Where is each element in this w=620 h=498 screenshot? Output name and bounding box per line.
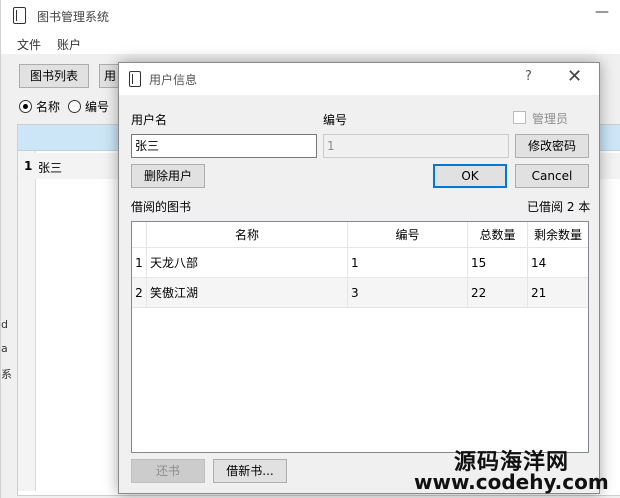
username-label: 用户名 <box>131 113 168 127</box>
borrowed-books-label: 借阅的图书 <box>131 200 192 214</box>
cell-book-id: 1 <box>348 248 468 278</box>
cell-book-name: 天龙八部 <box>147 248 348 278</box>
row-number: 2 <box>132 278 147 308</box>
username-field[interactable]: 张三 <box>131 134 317 158</box>
cancel-button[interactable]: Cancel <box>515 164 589 188</box>
column-header-id[interactable]: 编号 <box>348 222 468 248</box>
radio-name[interactable] <box>19 100 32 113</box>
column-header-name[interactable]: 名称 <box>147 222 348 248</box>
delete-user-button[interactable]: 删除用户 <box>131 164 205 188</box>
book-icon <box>129 71 141 87</box>
return-book-button[interactable]: 还书 <box>131 459 205 483</box>
dialog-title: 用户信息 <box>149 73 198 87</box>
cell-total: 22 <box>468 278 528 308</box>
main-window-title: 图书管理系统 <box>37 10 110 24</box>
borrow-new-book-button[interactable]: 借新书... <box>213 459 287 483</box>
cell-book-id: 3 <box>348 278 468 308</box>
user-table-rowheader <box>18 151 36 491</box>
ok-button[interactable]: OK <box>433 164 507 188</box>
help-icon[interactable]: ? <box>525 69 532 84</box>
menu-account[interactable]: 账户 <box>57 36 81 53</box>
cell-total: 15 <box>468 248 528 278</box>
search-mode-group: 名称 编号 <box>19 98 117 116</box>
cell-remaining: 21 <box>528 278 588 308</box>
change-password-button[interactable]: 修改密码 <box>515 134 589 158</box>
id-field[interactable]: 1 <box>323 134 509 158</box>
main-titlebar: 图书管理系统 — <box>1 0 620 32</box>
close-icon[interactable]: ✕ <box>567 66 582 87</box>
user-info-dialog: 用户信息 ? ✕ 用户名 编号 管理员 张三 1 修改密码 删除用户 OK Ca… <box>118 62 600 494</box>
table-header: 名称 编号 总数量 剩余数量 <box>132 222 588 248</box>
admin-label: 管理员 <box>532 112 569 126</box>
admin-checkbox[interactable] <box>513 111 526 124</box>
borrowed-books-table: 名称 编号 总数量 剩余数量 1 天龙八部 1 15 14 2 笑傲江湖 3 2… <box>131 221 589 453</box>
side-fragment: d <box>1 318 8 331</box>
row-username: 张三 <box>38 161 63 175</box>
radio-name-label: 名称 <box>36 100 61 114</box>
table-row[interactable]: 2 笑傲江湖 3 22 21 <box>132 278 588 308</box>
cell-book-name: 笑傲江湖 <box>147 278 348 308</box>
row-number: 1 <box>132 248 147 278</box>
id-label: 编号 <box>323 113 348 127</box>
cell-remaining: 14 <box>528 248 588 278</box>
radio-id-label: 编号 <box>85 100 110 114</box>
watermark-url: www.codehy.com <box>414 470 609 494</box>
table-corner <box>132 222 147 248</box>
borrowed-count: 已借阅 2 本 <box>527 200 591 214</box>
menu-file[interactable]: 文件 <box>17 36 41 53</box>
minimize-icon[interactable]: — <box>595 4 609 20</box>
book-list-button[interactable]: 图书列表 <box>19 64 90 88</box>
radio-id[interactable] <box>68 100 82 113</box>
column-header-remaining[interactable]: 剩余数量 <box>528 222 588 248</box>
side-fragment: 系 <box>1 368 12 381</box>
column-header-total[interactable]: 总数量 <box>468 222 528 248</box>
dialog-titlebar: 用户信息 ? ✕ <box>119 63 599 95</box>
row-number: 1 <box>24 159 33 173</box>
table-row[interactable]: 1 天龙八部 1 15 14 <box>132 248 588 278</box>
book-icon <box>13 7 26 24</box>
side-fragment: a <box>1 342 8 355</box>
menubar: 文件 账户 <box>1 32 620 54</box>
